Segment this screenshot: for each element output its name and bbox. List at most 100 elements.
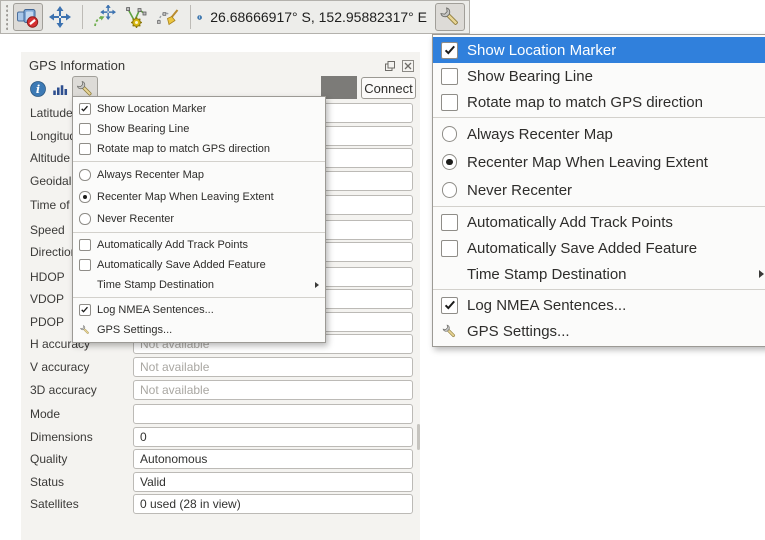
submenu-arrow-icon [759,270,764,278]
menu-item-always-recenter-map[interactable]: Always Recenter Map [73,164,325,186]
field-label: Mode [30,407,133,421]
checkbox-unchecked-icon [79,123,91,135]
field-row-dimensions: Dimensions0 [30,427,413,447]
menu-item-never-recenter[interactable]: Never Recenter [433,176,765,204]
menu-item-log-nmea-sentences[interactable]: Log NMEA Sentences... [433,292,765,318]
menu-separator [73,161,325,162]
menu-item-time-stamp-destination[interactable]: Time Stamp Destination [73,275,325,295]
recenter-map-button[interactable] [45,3,75,31]
menu-item-label: Automatically Add Track Points [467,214,673,231]
close-panel-button[interactable] [401,59,414,72]
float-panel-icon [384,60,396,72]
menu-item-automatically-save-added-feature[interactable]: Automatically Save Added Feature [433,235,765,261]
menu-item-show-bearing-line[interactable]: Show Bearing Line [433,63,765,89]
checkbox-unchecked-icon [79,239,91,251]
gps-connect-icon [16,5,40,29]
menu-item-gps-settings[interactable]: GPS Settings... [433,318,765,344]
menu-separator [73,297,325,298]
recenter-extent-icon [92,5,116,29]
add-track-point-button[interactable] [121,3,151,31]
menu-separator [433,206,765,207]
field-label: V accuracy [30,360,133,374]
radio-unselected-icon [441,182,458,199]
toolbar-drag-handle[interactable] [5,4,8,30]
field-input-3d-accuracy[interactable]: Not available [133,380,413,400]
menu-separator [73,232,325,233]
menu-item-show-location-marker[interactable]: Show Location Marker [433,37,765,63]
radio-selected-icon [79,191,91,203]
gps-options-menu: Show Location Marker Show Bearing Line Rot… [432,34,765,347]
connect-button[interactable]: Connect [361,77,416,99]
field-group: ModeDimensions0QualityAutonomousStatusVa… [30,404,413,514]
field-input-mode[interactable] [133,404,413,424]
field-row-status: StatusValid [30,472,413,492]
field-input-dimensions[interactable]: 0 [133,427,413,447]
menu-item-spacer [79,279,91,291]
menu-item-label: GPS Settings... [97,324,172,336]
field-row-satellites: Satellites0 used (28 in view) [30,494,413,514]
panel-header: GPS Information [21,52,420,74]
menu-item-automatically-add-track-points[interactable]: Automatically Add Track Points [73,235,325,255]
menu-item-label: Time Stamp Destination [97,279,214,291]
field-row-mode: Mode [30,404,413,424]
menu-item-rotate-map-to-match-gps-direction[interactable]: Rotate map to match GPS direction [73,139,325,159]
signal-strength-button[interactable] [51,80,69,98]
menu-item-always-recenter-map[interactable]: Always Recenter Map [433,120,765,148]
field-input-v-accuracy[interactable]: Not available [133,357,413,377]
menu-item-label: Recenter Map When Leaving Extent [97,191,274,203]
checkbox-unchecked-icon [441,94,458,111]
menu-item-label: Never Recenter [97,213,174,225]
menu-item-label: Time Stamp Destination [467,266,627,283]
menu-item-rotate-map-to-match-gps-direction[interactable]: Rotate map to match GPS direction [433,89,765,115]
checkbox-unchecked-icon [79,259,91,271]
info-icon: i [197,7,202,28]
menu-item-label: Log NMEA Sentences... [97,304,214,316]
gps-device-box[interactable] [321,76,357,99]
menu-item-show-location-marker[interactable]: Show Location Marker [73,99,325,119]
menu-separator [433,289,765,290]
menu-item-spacer [441,266,458,283]
add-track-point-icon [124,5,148,29]
panel-scrollbar[interactable] [417,424,420,450]
field-input-satellites[interactable]: 0 used (28 in view) [133,494,413,514]
menu-item-label: Show Location Marker [467,42,616,59]
menu-item-never-recenter[interactable]: Never Recenter [73,208,325,230]
position-info-button[interactable]: i [29,80,47,98]
checkbox-unchecked-icon [79,143,91,155]
menu-item-time-stamp-destination[interactable]: Time Stamp Destination [433,261,765,287]
gps-toolbar: i 26.68666917° S, 152.95882317° E [0,0,470,34]
radio-selected-icon [441,154,458,171]
info-icon: i [29,80,47,98]
menu-item-automatically-add-track-points[interactable]: Automatically Add Track Points [433,209,765,235]
field-row-v-accuracy: V accuracyNot available [30,357,413,377]
menu-item-automatically-save-added-feature[interactable]: Automatically Save Added Feature [73,255,325,275]
menu-item-label: Show Bearing Line [97,123,189,135]
recenter-extent-button[interactable] [89,3,119,31]
field-input-quality[interactable]: Autonomous [133,449,413,469]
field-label: Dimensions [30,430,133,444]
gps-options-button[interactable] [435,3,465,31]
menu-item-label: Rotate map to match GPS direction [467,94,703,111]
menu-item-show-bearing-line[interactable]: Show Bearing Line [73,119,325,139]
reset-track-icon [156,5,180,29]
field-input-status[interactable]: Valid [133,472,413,492]
submenu-arrow-icon [315,282,319,288]
checkbox-checked-icon [79,103,91,115]
connect-gps-button[interactable] [13,3,43,31]
menu-item-recenter-map-when-leaving-extent[interactable]: Recenter Map When Leaving Extent [433,148,765,176]
menu-item-gps-settings[interactable]: GPS Settings... [73,320,325,340]
menu-item-label: Never Recenter [467,182,572,199]
menu-item-recenter-map-when-leaving-extent[interactable]: Recenter Map When Leaving Extent [73,186,325,208]
gps-coordinates: 26.68666917° S, 152.95882317° E [210,9,427,25]
panel-title: GPS Information [29,58,378,73]
float-panel-button[interactable] [383,59,396,72]
checkbox-unchecked-icon [441,68,458,85]
menu-item-label: Rotate map to match GPS direction [97,143,270,155]
menu-item-label: Always Recenter Map [467,126,613,143]
field-label: Satellites [30,497,133,511]
menu-item-label: Automatically Save Added Feature [97,259,266,271]
reset-track-button[interactable] [153,3,183,31]
screenshot-stage: i 26.68666917° S, 152.95882317° E Show L… [0,0,765,540]
menu-item-log-nmea-sentences[interactable]: Log NMEA Sentences... [73,300,325,320]
checkbox-checked-icon [441,42,458,59]
